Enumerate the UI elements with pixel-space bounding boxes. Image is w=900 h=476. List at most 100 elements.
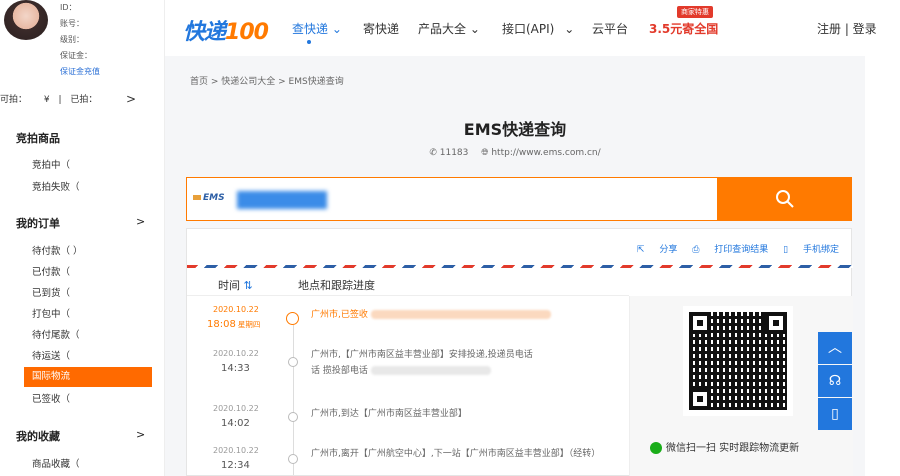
tracking-text-value: 广州市,【广州市南区益丰营业部】安排投递,投递员电话 bbox=[311, 350, 533, 360]
tracking-result-panel: ⇱ 分享 ⎙ 打印查询结果 ▯ 手机绑定 时间 ⇅ 地点和跟踪进度 2020.1… bbox=[186, 228, 853, 476]
nav-track-package[interactable]: 查快递 ⌄ bbox=[292, 20, 342, 44]
result-actions: ⇱ 分享 ⎙ 打印查询结果 ▯ 手机绑定 bbox=[625, 242, 839, 255]
logo-number: 100 bbox=[225, 20, 269, 45]
menu-title-favorites-label: 我的收藏 bbox=[16, 430, 60, 443]
timeline-line bbox=[293, 325, 294, 475]
sort-icon: ⇅ bbox=[243, 279, 253, 292]
tracking-text: 广州市,离开【广州航空中心】,下一站【广州市南区益丰营业部】（经转） bbox=[311, 449, 601, 459]
site-header: 快递100 查快递 ⌄ 寄快递 产品大全 ⌄ 接口(API) ⌄ 云平台 商家特… bbox=[165, 0, 900, 56]
chevron-down-icon: ⌄ bbox=[469, 22, 480, 36]
kuaidi100-logo[interactable]: 快递100 bbox=[183, 14, 269, 46]
page-root: ID： 账号： 级别： 保证金： 保证金充值 可拍： ¥ | 已拍： > 竞拍商… bbox=[0, 0, 900, 476]
globe-icon: 🌐︎ bbox=[481, 148, 489, 158]
menu-item-awaiting-shipment[interactable]: 待运送（ bbox=[32, 348, 70, 362]
tracking-time: 12:34 bbox=[221, 460, 250, 471]
balance-separator: | bbox=[58, 95, 62, 105]
nav-send-package[interactable]: 寄快递 bbox=[363, 20, 399, 37]
tracking-date: 2020.10.22 bbox=[213, 446, 259, 455]
carrier-website[interactable]: http://www.ems.com.cn/ bbox=[491, 148, 600, 158]
chevron-down-icon: ⌄ bbox=[564, 22, 575, 36]
menu-item-bid-failed[interactable]: 竞拍失败（ bbox=[32, 179, 80, 193]
deposit-recharge-link[interactable]: 保证金充值 bbox=[60, 64, 100, 80]
ems-logo-text: EMS bbox=[203, 193, 225, 203]
available-label: 可拍： bbox=[0, 95, 28, 105]
menu-item-signed[interactable]: 已签收（ bbox=[32, 391, 70, 405]
tracking-search-box[interactable]: EMS bbox=[186, 177, 717, 221]
user-info: ID： 账号： 级别： 保证金： 保证金充值 bbox=[60, 0, 100, 80]
carrier-meta: ✆ 11183 🌐︎ http://www.ems.com.cn/ bbox=[165, 148, 865, 158]
menu-item-international-logistics[interactable]: 国际物流 bbox=[24, 367, 152, 387]
customer-service-icon[interactable]: ☊ bbox=[818, 365, 852, 397]
share-label: 分享 bbox=[659, 245, 678, 255]
tracking-number-input[interactable] bbox=[237, 191, 327, 209]
menu-title-auction[interactable]: 竞拍商品 bbox=[16, 130, 60, 146]
print-button[interactable]: ⎙ 打印查询结果 bbox=[692, 245, 768, 255]
balance-arrow-icon[interactable]: > bbox=[126, 92, 136, 106]
user-account-label: 账号： bbox=[60, 19, 84, 28]
nav-products-label: 产品大全 bbox=[418, 22, 467, 36]
tracking-time: 14:33 bbox=[221, 363, 250, 374]
nav-api-label: 接口(API) bbox=[502, 22, 555, 36]
nav-cloud[interactable]: 云平台 bbox=[592, 20, 628, 37]
tracking-text: 广州市,【广州市南区益丰营业部】安排投递,投递员电话话 揽投部电话 bbox=[311, 347, 626, 379]
search-button[interactable] bbox=[717, 177, 852, 221]
wechat-icon bbox=[650, 442, 662, 454]
qr-caption-text: 微信扫一扫 实时跟踪物流更新 bbox=[666, 443, 800, 454]
bind-phone-button[interactable]: ▯ 手机绑定 bbox=[783, 245, 839, 255]
share-button[interactable]: ⇱ 分享 bbox=[637, 245, 677, 255]
menu-item-paid[interactable]: 已付款（ bbox=[32, 264, 70, 278]
taken-label: 已拍： bbox=[70, 95, 98, 105]
tracking-date: 2020.10.22 bbox=[213, 305, 259, 314]
menu-item-packing[interactable]: 打包中（ bbox=[32, 306, 70, 320]
tracking-text-line2: 话 揽投部电话 bbox=[311, 366, 368, 376]
chevron-right-icon: > bbox=[136, 428, 146, 441]
user-level-label: 级别： bbox=[60, 35, 84, 44]
column-header-time[interactable]: 时间 ⇅ bbox=[218, 277, 253, 293]
avatar[interactable] bbox=[4, 0, 48, 40]
tracking-text: 广州市,已签收 bbox=[311, 307, 626, 323]
menu-title-favorites[interactable]: 我的收藏 > bbox=[16, 428, 145, 444]
menu-item-favorite-goods[interactable]: 商品收藏（ bbox=[32, 456, 80, 470]
floating-side-buttons: ︿ ☊ ▯ bbox=[818, 332, 852, 431]
column-time-label: 时间 bbox=[218, 279, 240, 292]
timeline-node-icon bbox=[288, 454, 298, 464]
logo-text: 快递 bbox=[183, 20, 226, 45]
menu-title-orders-label: 我的订单 bbox=[16, 217, 60, 230]
nav-track-package-label: 查快递 bbox=[292, 22, 329, 36]
currency-symbol: ¥ bbox=[43, 95, 50, 105]
header-divider bbox=[187, 295, 629, 296]
tracking-date: 2020.10.22 bbox=[213, 404, 259, 413]
register-login-link[interactable]: 注册 | 登录 bbox=[817, 20, 877, 37]
promo-link[interactable]: 3.5元寄全国 bbox=[649, 20, 718, 37]
active-dot-icon bbox=[307, 40, 311, 44]
tracking-time: 18:08 星期四 bbox=[207, 319, 260, 330]
mobile-icon[interactable]: ▯ bbox=[818, 398, 852, 430]
bind-phone-label: 手机绑定 bbox=[802, 245, 839, 255]
column-header-progress: 地点和跟踪进度 bbox=[298, 279, 375, 292]
menu-item-bidding[interactable]: 竞拍中（ bbox=[32, 157, 70, 171]
breadcrumb[interactable]: 首页 > 快递公司大全 > EMS快递查询 bbox=[190, 74, 344, 87]
main-content: 首页 > 快递公司大全 > EMS快递查询 EMS快递查询 ✆ 11183 🌐︎… bbox=[165, 56, 865, 476]
ems-logo-icon: EMS bbox=[193, 193, 225, 203]
print-label: 打印查询结果 bbox=[714, 245, 769, 255]
tracking-weekday: 星期四 bbox=[237, 320, 261, 329]
nav-api[interactable]: 接口(API) ⌄ bbox=[502, 20, 574, 37]
menu-title-orders[interactable]: 我的订单 > bbox=[16, 215, 145, 231]
menu-item-balance-due[interactable]: 待付尾款（ bbox=[32, 327, 80, 341]
nav-products[interactable]: 产品大全 ⌄ bbox=[418, 20, 480, 37]
phone-icon: ✆ bbox=[429, 148, 437, 158]
timeline-node-icon bbox=[288, 357, 298, 367]
menu-item-pending-payment[interactable]: 待付款（ ） bbox=[32, 243, 83, 257]
search-icon bbox=[776, 190, 794, 208]
page-title: EMS快递查询 bbox=[463, 120, 567, 139]
user-deposit-label: 保证金： bbox=[60, 51, 92, 60]
timeline-node-icon bbox=[288, 412, 298, 422]
carrier-phone: 11183 bbox=[439, 148, 469, 158]
menu-item-arrived[interactable]: 已到货（ bbox=[32, 285, 70, 299]
user-id-label: ID： bbox=[60, 3, 77, 12]
tracking-time-value: 18:08 bbox=[207, 319, 236, 330]
wechat-qr-code bbox=[683, 306, 793, 416]
qr-caption: 微信扫一扫 实时跟踪物流更新 bbox=[650, 439, 799, 454]
back-to-top-icon[interactable]: ︿ bbox=[818, 332, 852, 364]
user-sidebar: ID： 账号： 级别： 保证金： 保证金充值 可拍： ¥ | 已拍： > 竞拍商… bbox=[0, 0, 165, 476]
